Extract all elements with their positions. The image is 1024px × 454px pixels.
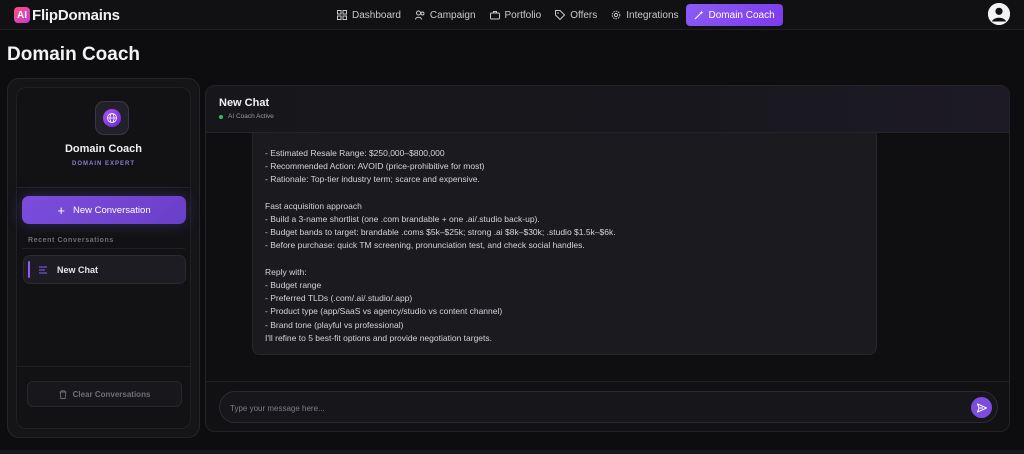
message-line: - Brand tone (playful vs professional) [265, 319, 404, 330]
nav-portfolio[interactable]: Portfolio [483, 4, 549, 26]
divider [17, 366, 190, 367]
user-icon [988, 3, 1010, 25]
wand-icon [694, 10, 704, 20]
message-line [265, 187, 864, 200]
message-input-wrapper [219, 391, 998, 423]
new-conversation-label: New Conversation [72, 204, 151, 216]
active-indicator [28, 261, 30, 278]
message-line: Fast acquisition approach [265, 200, 362, 211]
message-line: - Build a 3-name shortlist (one .com bra… [265, 214, 540, 224]
main-nav: Dashboard Campaign Portfolio Offers Inte… [330, 3, 783, 27]
new-conversation-button[interactable]: + New Conversation [22, 196, 186, 224]
page-title: Domain Coach [7, 44, 141, 65]
message-line: - Recommended Action: AVOID (price-prohi… [265, 161, 485, 172]
message-list[interactable]: - Estimated Resale Range: $250,000–$800,… [206, 133, 1009, 381]
app-logo[interactable]: AI FlipDomains [14, 6, 120, 24]
nav-portfolio-label: Portfolio [504, 9, 542, 21]
message-line [265, 253, 864, 266]
trash-icon [59, 389, 67, 399]
nav-integrations-label: Integrations [626, 9, 679, 21]
logo-mark: AI [14, 7, 30, 23]
user-avatar[interactable] [988, 3, 1010, 25]
coach-name: Domain Coach [64, 143, 142, 155]
message-input[interactable] [230, 400, 950, 416]
send-icon [976, 403, 987, 412]
nav-campaign-label: Campaign [429, 9, 476, 21]
message-line: - Budget range [265, 280, 322, 290]
plus-icon: + [57, 202, 65, 218]
grid-icon [337, 10, 347, 20]
chat-status: AI Coach Active [219, 113, 274, 120]
clear-conversations-button[interactable]: Clear Conversations [27, 381, 182, 407]
tag-icon [555, 10, 566, 20]
chat-composer [206, 381, 1009, 431]
nav-dashboard[interactable]: Dashboard [330, 4, 408, 26]
conversation-item[interactable]: New Chat [23, 255, 186, 284]
coach-subtitle: DOMAIN EXPERT [71, 161, 135, 167]
globe-icon [103, 109, 121, 127]
message-line: - Product type (app/SaaS vs agency/studi… [265, 306, 503, 317]
send-button[interactable] [971, 397, 992, 418]
divider [22, 248, 185, 249]
coach-avatar [95, 101, 129, 135]
message-line: - Rationale: Top-tier industry term; sca… [265, 174, 480, 185]
chat-header: New Chat AI Coach Active [206, 86, 1009, 133]
message-line: - Budget bands to target: brandable .com… [265, 227, 616, 238]
coach-sidebar: Domain Coach DOMAIN EXPERT + New Convers… [7, 78, 200, 438]
top-navbar: AI FlipDomains Dashboard Campaign Portfo… [0, 0, 1024, 30]
nav-domain-coach-label: Domain Coach [708, 9, 775, 21]
chat-panel: New Chat AI Coach Active - Estimated Res… [205, 85, 1010, 432]
nav-campaign[interactable]: Campaign [408, 4, 483, 26]
briefcase-icon [489, 11, 500, 20]
divider [17, 187, 190, 188]
chat-status-label: AI Coach Active [228, 113, 274, 120]
conversation-title: New Chat [57, 264, 99, 275]
message-line: I'll refine to 5 best-fit options and pr… [265, 332, 493, 343]
message-line: - Before purchase: quick TM screening, p… [265, 240, 585, 251]
bottom-strip [0, 450, 1024, 454]
logo-text: FlipDomains [32, 6, 120, 24]
nav-dashboard-label: Dashboard [352, 9, 401, 21]
assistant-message: - Estimated Resale Range: $250,000–$800,… [252, 133, 877, 355]
nav-offers[interactable]: Offers [548, 4, 604, 26]
message-line: Reply with: [265, 266, 307, 277]
users-icon [414, 10, 425, 20]
nav-domain-coach[interactable]: Domain Coach [685, 4, 783, 26]
nav-offers-label: Offers [570, 9, 598, 21]
nav-integrations[interactable]: Integrations [604, 4, 685, 26]
message-line: - Preferred TLDs (.com/.ai/.studio/.app) [265, 293, 413, 304]
sidebar-card: Domain Coach DOMAIN EXPERT + New Convers… [16, 87, 191, 429]
gear-icon [611, 10, 621, 20]
status-dot [219, 114, 223, 119]
chat-title: New Chat [219, 97, 270, 109]
chat-lines-icon [39, 266, 47, 273]
message-line: - Estimated Resale Range: $250,000–$800,… [265, 148, 445, 158]
clear-conversations-label: Clear Conversations [72, 389, 151, 399]
recent-conversations-heading: Recent Conversations [28, 237, 114, 244]
